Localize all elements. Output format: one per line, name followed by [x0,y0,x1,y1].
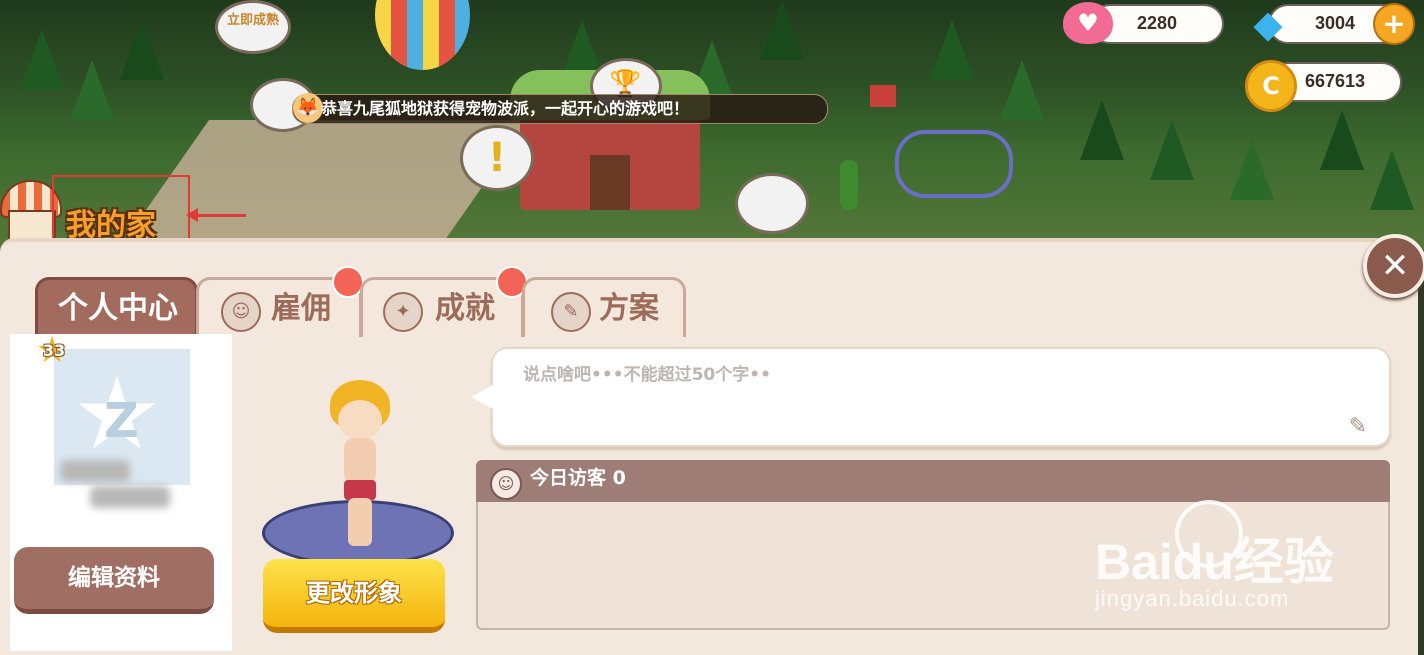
home-icon [0,180,62,242]
house-door [590,155,630,210]
status-message-input[interactable] [521,361,1345,389]
tree [1150,120,1194,180]
change-appearance-button[interactable]: 更改形象 [263,559,445,633]
visitor-face-icon: ☺ [490,468,522,500]
fox-icon: 🦊 [293,93,323,123]
ripen-now-label: 立即成熟 [226,13,279,28]
coin-icon: C [1245,60,1297,112]
blurred-username [60,460,180,510]
tree [1000,60,1044,120]
wings-icon: ✦ [383,292,423,332]
exclamation-bubble-icon[interactable]: ! [460,125,534,191]
tree [1370,150,1414,210]
character-body [344,438,376,484]
visitors-label: 今日访客 0 [530,467,626,489]
farm-house[interactable] [510,70,710,210]
tab-label: 雇佣 [271,291,331,326]
diamond-icon: ◆ [1253,2,1283,46]
tab-label: 个人中心 [58,291,178,326]
ripen-now-bubble[interactable]: 立即成熟 [215,0,291,54]
edit-profile-button[interactable]: 编辑资料 [14,547,214,614]
heart-icon: ♥ [1063,2,1113,44]
announcement-text: 恭喜九尾狐地狱获得宠物波派，一起开心的游戏吧！ [321,99,690,118]
close-button[interactable]: ✕ [1363,234,1424,298]
character-model[interactable] [330,380,390,550]
red-arrow-icon [186,208,246,222]
hot-air-balloon[interactable] [375,0,470,70]
tree [1080,100,1124,160]
cactus [840,160,858,210]
add-diamonds-button[interactable]: + [1373,3,1415,45]
tree [930,20,974,80]
z-letter-icon: Z [104,393,139,449]
bicycles[interactable] [895,130,1013,198]
pet-bubble-icon[interactable] [735,173,809,234]
scroll-icon: ✎ [551,292,591,332]
tree [20,30,64,90]
character-legs [348,498,372,546]
character-face [338,400,382,440]
tree [120,20,164,80]
watermark-brand: Baidu经验 [1095,534,1334,590]
watermark: Baidu经验 jingyan.baidu.com [1095,500,1395,620]
tab-personal-center[interactable]: 个人中心 [35,277,198,337]
worker-icon: ☺ [221,292,261,332]
tree [1230,140,1274,200]
coins-value: 667613 [1304,71,1366,91]
diamonds-value: 3004 [1314,13,1356,33]
tree [760,0,804,60]
level-badge: 33 [42,341,66,360]
character-shorts [344,480,376,500]
watermark-url: jingyan.baidu.com [1095,586,1290,611]
tab-plans[interactable]: ✎ 方案 [522,277,686,337]
tree [70,60,114,120]
announcement-banner: 🦊 恭喜九尾狐地狱获得宠物波派，一起开心的游戏吧！ [292,93,828,124]
tab-label: 方案 [599,291,659,326]
tree [1320,110,1364,170]
mailbox[interactable] [870,85,896,107]
tab-label: 成就 [435,291,495,326]
pencil-icon[interactable]: ✎ [1349,414,1367,439]
status-message-bubble: ✎ [471,347,1391,447]
visitors-header: ☺ 今日访客 0 [476,460,1390,502]
hearts-value: 2280 [1136,13,1178,33]
